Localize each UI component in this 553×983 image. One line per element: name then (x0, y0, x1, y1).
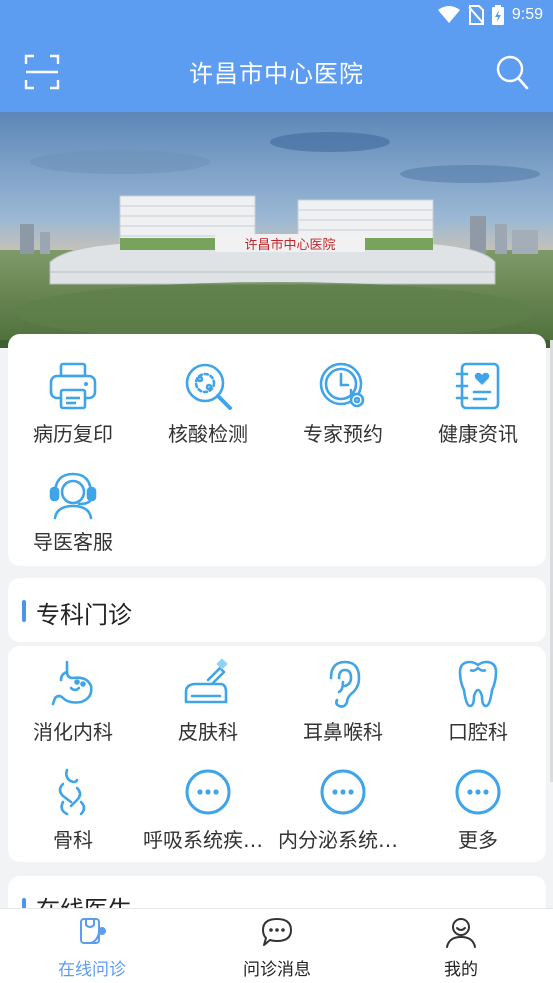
service-label: 导医客服 (33, 530, 113, 554)
specialty-respiratory[interactable]: 呼吸系统疾病... (143, 766, 273, 853)
service-nucleic-acid-test[interactable]: 核酸检测 (143, 360, 273, 447)
profile-icon (446, 918, 476, 948)
wifi-icon (437, 6, 460, 23)
tab-label: 在线问诊 (58, 960, 126, 980)
specialty-label: 口腔科 (448, 720, 508, 744)
specialty-card: 消化内科 皮肤科 耳鼻喉科 口腔科 骨科 呼吸系统疾病... 内分泌系统疾...… (8, 646, 546, 862)
service-expert-appointment[interactable]: 专家预约 (278, 360, 408, 447)
hospital-banner-image: 许昌市中心医院 (0, 112, 553, 348)
page-title: 许昌市中心医院 (189, 60, 364, 88)
chat-bubble-icon (262, 918, 292, 946)
section-title: 专科门诊 (36, 601, 132, 629)
printer-icon (49, 362, 97, 410)
headset-agent-icon (49, 472, 97, 520)
specialty-label: 呼吸系统疾病... (143, 828, 273, 852)
status-time: 9:59 (511, 6, 543, 23)
no-sim-icon (468, 5, 484, 25)
clock-stethoscope-icon (319, 362, 365, 408)
specialty-stomatology[interactable]: 口腔科 (413, 658, 543, 745)
specialty-more[interactable]: 更多 (413, 766, 543, 853)
tab-label: 问诊消息 (243, 960, 311, 980)
service-label: 健康资讯 (438, 422, 518, 446)
specialty-section-header: 专科门诊 (8, 578, 546, 642)
specialty-label: 内分泌系统疾... (278, 828, 408, 852)
service-label: 病历复印 (33, 422, 113, 446)
skin-cream-icon (184, 658, 228, 704)
specialty-orthopedics[interactable]: 骨科 (8, 766, 138, 853)
banner-sign: 许昌市中心医院 (244, 237, 335, 253)
app-bar: 许昌市中心医院 (0, 32, 553, 112)
more-dots-icon (185, 769, 231, 815)
specialty-gastroenterology[interactable]: 消化内科 (8, 658, 138, 745)
stomach-icon (51, 660, 93, 706)
service-health-news[interactable]: 健康资讯 (413, 360, 543, 447)
search-icon[interactable] (495, 54, 529, 90)
specialty-label: 耳鼻喉科 (303, 720, 383, 744)
more-dots-icon (320, 769, 366, 815)
tab-mine[interactable]: 我的 (391, 915, 531, 980)
service-label: 核酸检测 (168, 422, 248, 446)
specialty-label: 消化内科 (33, 720, 113, 744)
service-guide-customer-service[interactable]: 导医客服 (8, 468, 138, 555)
tab-consultation-messages[interactable]: 问诊消息 (207, 915, 347, 980)
bone-joint-icon (58, 768, 86, 816)
tab-online-consultation[interactable]: 在线问诊 (22, 915, 162, 980)
specialty-label: 更多 (458, 828, 498, 852)
more-dots-icon (455, 769, 501, 815)
status-bar: 9:59 (0, 0, 553, 32)
specialty-dermatology[interactable]: 皮肤科 (143, 658, 273, 745)
consult-icon (80, 918, 106, 944)
quick-services-card: 病历复印 核酸检测 专家预约 健康资讯 导医客服 (8, 334, 546, 566)
specialty-ent[interactable]: 耳鼻喉科 (278, 658, 408, 745)
specialty-label: 骨科 (53, 828, 93, 852)
battery-icon (491, 5, 504, 25)
service-medical-record-copy[interactable]: 病历复印 (8, 360, 138, 447)
section-accent-bar (22, 600, 26, 622)
bottom-tab-bar: 在线问诊 问诊消息 我的 (0, 908, 553, 983)
service-label: 专家预约 (303, 422, 383, 446)
health-notebook-icon (455, 362, 500, 410)
virus-search-icon (185, 363, 232, 410)
tooth-icon (458, 660, 498, 708)
ear-icon (329, 660, 361, 708)
specialty-label: 皮肤科 (178, 720, 238, 744)
hospital-banner[interactable]: 许昌市中心医院 (0, 112, 553, 348)
specialty-endocrine[interactable]: 内分泌系统疾... (278, 766, 408, 853)
tab-label: 我的 (444, 960, 478, 980)
